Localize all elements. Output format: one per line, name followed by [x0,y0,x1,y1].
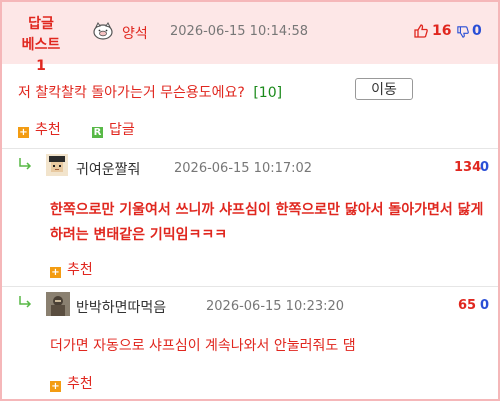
reply-label: 답글 [109,122,135,138]
comment-count: [10] [253,85,283,101]
reply-date: 2026-06-15 10:17:02 [174,161,313,176]
post-author[interactable]: 양석 [122,23,148,43]
post-date: 2026-06-15 10:14:58 [170,24,309,39]
reply-upvote-count: 65 [458,298,477,313]
post-title-row: 저 찰칵찰칵 돌아가는거 무슨용도에요? [10] [18,82,282,102]
thumbs-up-icon[interactable] [414,24,428,38]
reply-nickname[interactable]: 귀여운짤줘 [76,159,140,179]
reply-downvote-count: 0 [480,298,490,313]
reply-recommend-button[interactable]: + 추천 [50,259,93,279]
recommend-label: 추천 [35,122,61,138]
plus-icon: + [50,381,61,392]
post-title[interactable]: 저 찰칵찰칵 돌아가는거 무슨용도에요? [18,85,245,101]
plus-icon: + [50,267,61,278]
best-reply-panel: 답글 베스트1 양석 2026-06-15 10:14:58 16 0 저 찰칵… [0,0,500,401]
reply-upvote-count: 134 [454,160,482,175]
reply-action[interactable]: R 답글 [92,119,135,139]
upvote-count: 16 [432,23,452,39]
reply-arrow-icon [19,158,32,170]
plus-icon: + [18,127,29,138]
header-band: 답글 베스트1 양석 2026-06-15 10:14:58 16 0 [2,2,498,74]
reply-recommend-label: 추천 [67,376,93,392]
reply-r-icon: R [92,127,103,138]
badge-line2: 베스트1 [21,37,61,74]
thumbs-down-icon[interactable] [457,25,469,39]
best-reply-badge: 답글 베스트1 [18,14,64,77]
divider [2,148,498,149]
recommend-action[interactable]: + 추천 [18,119,61,139]
move-button[interactable]: 이동 [355,78,413,100]
reply-arrow-icon [19,296,32,308]
reply-recommend-label: 추천 [67,262,93,278]
reply-nickname[interactable]: 반박하면따먹음 [76,297,166,317]
downvote-count: 0 [472,23,482,39]
reply-recommend-button[interactable]: + 추천 [50,373,93,393]
avatar [46,154,68,176]
divider [2,286,498,287]
avatar [46,292,70,316]
reply-date: 2026-06-15 10:23:20 [206,299,345,314]
reply-downvote-count: 0 [480,160,490,175]
reply-text: 더가면 자동으로 샤프심이 계속나와서 안눌러줘도 댐 [50,338,356,354]
pig-avatar-icon [93,22,113,40]
badge-line1: 답글 [28,16,54,32]
reply-text: 한쪽으로만 기울여서 쓰니까 샤프심이 한쪽으로만 닳아서 돌아가면서 닳게하려… [50,202,484,243]
